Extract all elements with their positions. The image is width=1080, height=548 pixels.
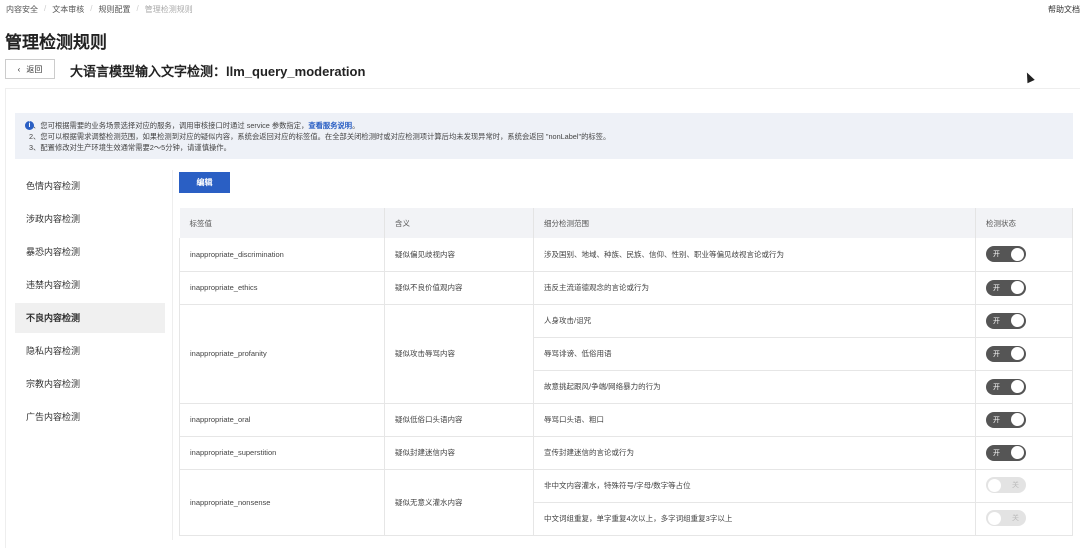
- meaning-cell: 疑似低俗口头语内容: [384, 403, 534, 437]
- column-header: 标签值: [179, 208, 385, 238]
- status-cell: 开: [975, 238, 1073, 272]
- status-toggle[interactable]: 开: [986, 312, 1026, 329]
- page-title: 管理检测规则: [5, 33, 107, 52]
- status-toggle[interactable]: 开: [986, 279, 1026, 296]
- status-toggle[interactable]: 开: [986, 444, 1026, 461]
- meaning-cell: 疑似不良价值观内容: [384, 271, 534, 305]
- toggle-knob: [1011, 314, 1024, 327]
- scope-cell: 涉及国别、地域、种族、民族、信仰、性别、职业等偏见歧视言论或行为: [533, 238, 976, 272]
- status-cell: 关: [975, 469, 1073, 503]
- notice-line: 2、您可以根据需求调整检测范围，如果检测到对应的疑似内容，系统会返回对应的标签值…: [29, 132, 611, 141]
- divider: [172, 170, 173, 540]
- breadcrumb-item[interactable]: 规则配置: [98, 4, 130, 15]
- sidebar-item[interactable]: 隐私内容检测: [15, 335, 165, 368]
- scope-cell: 违反主流道德观念的言论或行为: [533, 271, 976, 305]
- sidebar-item[interactable]: 违禁内容检测: [15, 269, 165, 302]
- toggle-label: 开: [993, 383, 1000, 391]
- service-doc-link[interactable]: 查看服务说明: [308, 121, 352, 130]
- table-row: inappropriate_discrimination 疑似偏见歧视内容 涉及国别…: [179, 238, 1073, 272]
- toggle-knob: [1011, 380, 1024, 393]
- meaning-cell: 疑似无意义灌水内容: [384, 469, 534, 536]
- label-cell: inappropriate_nonsense: [179, 469, 385, 536]
- label-cell: inappropriate_ethics: [179, 271, 385, 305]
- sidebar-item[interactable]: 广告内容检测: [15, 401, 165, 434]
- table-row: inappropriate_oral 疑似低俗口头语内容 辱骂口头语、粗口 开: [179, 403, 1073, 437]
- scope-cell: 辱骂口头语、粗口: [533, 403, 976, 437]
- toggle-knob: [1011, 446, 1024, 459]
- table-row: inappropriate_superstition 疑似封建迷信内容 宣传封建迷信…: [179, 436, 1073, 470]
- scope-cell: 辱骂诽谤、低俗用语: [533, 337, 976, 371]
- column-header: 细分检测范围: [533, 208, 976, 238]
- breadcrumb-item[interactable]: 文本审核: [52, 4, 84, 15]
- breadcrumb-item[interactable]: 内容安全: [6, 4, 38, 15]
- toggle-knob: [988, 478, 1001, 492]
- status-toggle[interactable]: 开: [986, 411, 1026, 428]
- edit-button[interactable]: 编辑: [179, 172, 230, 193]
- sidebar-item[interactable]: 宗教内容检测: [15, 368, 165, 401]
- toggle-label: 开: [993, 251, 1000, 259]
- label-cell: inappropriate_discrimination: [179, 238, 385, 272]
- scope-cell: 中文词组重复，单字重复4次以上，多字词组重复3字以上: [533, 502, 976, 536]
- scope-cell: 人身攻击/诅咒: [533, 304, 976, 338]
- status-toggle[interactable]: 关: [986, 510, 1026, 527]
- meaning-cell: 疑似封建迷信内容: [384, 436, 534, 470]
- chevron-left-icon: ‹: [17, 64, 21, 74]
- sidebar-item[interactable]: 不良内容检测: [15, 303, 165, 333]
- mouse-cursor: [1023, 70, 1035, 84]
- status-cell: 开: [975, 436, 1073, 470]
- toggle-knob: [1011, 347, 1024, 360]
- status-cell: 关: [975, 502, 1073, 536]
- status-cell: 开: [975, 403, 1073, 437]
- sidebar-item[interactable]: 涉政内容检测: [15, 203, 165, 236]
- toggle-label: 开: [993, 317, 1000, 325]
- toggle-label: 开: [993, 449, 1000, 457]
- sidebar-item[interactable]: 色情内容检测: [15, 170, 165, 203]
- status-toggle[interactable]: 开: [986, 378, 1026, 395]
- status-toggle[interactable]: 开: [986, 345, 1026, 362]
- toggle-label: 关: [1012, 482, 1019, 490]
- notice-punct: 。: [352, 121, 360, 130]
- status-cell: 开: [975, 337, 1073, 371]
- scope-cell: 非中文内容灌水，特殊符号/字母/数字等占位: [533, 469, 976, 503]
- status-toggle[interactable]: 关: [986, 477, 1026, 494]
- notice-line: 1、您可根据需要的业务场景选择对应的服务，调用审核接口时通过 service 参…: [29, 121, 309, 130]
- breadcrumb-current: 管理检测规则: [144, 5, 193, 14]
- label-cell: inappropriate_superstition: [179, 436, 385, 470]
- rule-subtitle: 大语言模型输入文字检测：llm_query_moderation: [70, 64, 366, 79]
- toggle-knob: [1011, 413, 1024, 426]
- status-toggle[interactable]: 开: [986, 246, 1026, 263]
- back-label: 返回: [26, 64, 43, 74]
- info-icon: i: [25, 121, 34, 130]
- toggle-label: 关: [1012, 515, 1019, 523]
- table-row: inappropriate_ethics 疑似不良价值观内容 违反主流道德观念的言论…: [179, 271, 1073, 305]
- rules-table: 标签值 含义 细分检测范围 检测状态 inappropriate_discrim…: [179, 208, 1073, 536]
- help-link[interactable]: 帮助文档: [1048, 4, 1080, 15]
- label-cell: inappropriate_profanity: [179, 304, 385, 404]
- notice-box: i 1、您可根据需要的业务场景选择对应的服务，调用审核接口时通过 service…: [15, 113, 1073, 159]
- meaning-cell: 疑似偏见歧视内容: [384, 238, 534, 272]
- scope-cell: 宣传封建迷信的言论或行为: [533, 436, 976, 470]
- sidebar-item[interactable]: 暴恐内容检测: [15, 236, 165, 269]
- status-cell: 开: [975, 370, 1073, 404]
- toggle-knob: [988, 511, 1001, 525]
- scope-cell: 故意挑起跟风/争端/网络暴力的行为: [533, 370, 976, 404]
- label-cell: inappropriate_oral: [179, 403, 385, 437]
- toggle-label: 开: [993, 416, 1000, 424]
- table-row: inappropriate_profanity 疑似攻击辱骂内容 人身攻击/诅咒开: [179, 304, 1073, 404]
- toggle-knob: [1011, 247, 1024, 261]
- notice-line: 3、配置修改对生产环境生效通常需要2～5分钟，请谨慎操作。: [29, 143, 231, 152]
- toggle-knob: [1011, 281, 1024, 294]
- meaning-cell: 疑似攻击辱骂内容: [384, 304, 534, 404]
- status-cell: 开: [975, 304, 1073, 338]
- status-cell: 开: [975, 271, 1073, 305]
- category-sidebar: 色情内容检测 涉政内容检测 暴恐内容检测 违禁内容检测 不良内容检测 隐私内容检测 宗教内容…: [15, 170, 165, 434]
- column-header: 检测状态: [975, 208, 1073, 238]
- column-header: 含义: [384, 208, 534, 238]
- toggle-label: 开: [993, 350, 1000, 358]
- breadcrumb: 内容安全 / 文本审核 / 规则配置 / 管理检测规则: [6, 4, 193, 15]
- table-row: inappropriate_nonsense 疑似无意义灌水内容 非中文内容灌水，特…: [179, 469, 1073, 536]
- back-button[interactable]: ‹ 返回: [5, 59, 55, 79]
- toggle-label: 开: [993, 284, 1000, 292]
